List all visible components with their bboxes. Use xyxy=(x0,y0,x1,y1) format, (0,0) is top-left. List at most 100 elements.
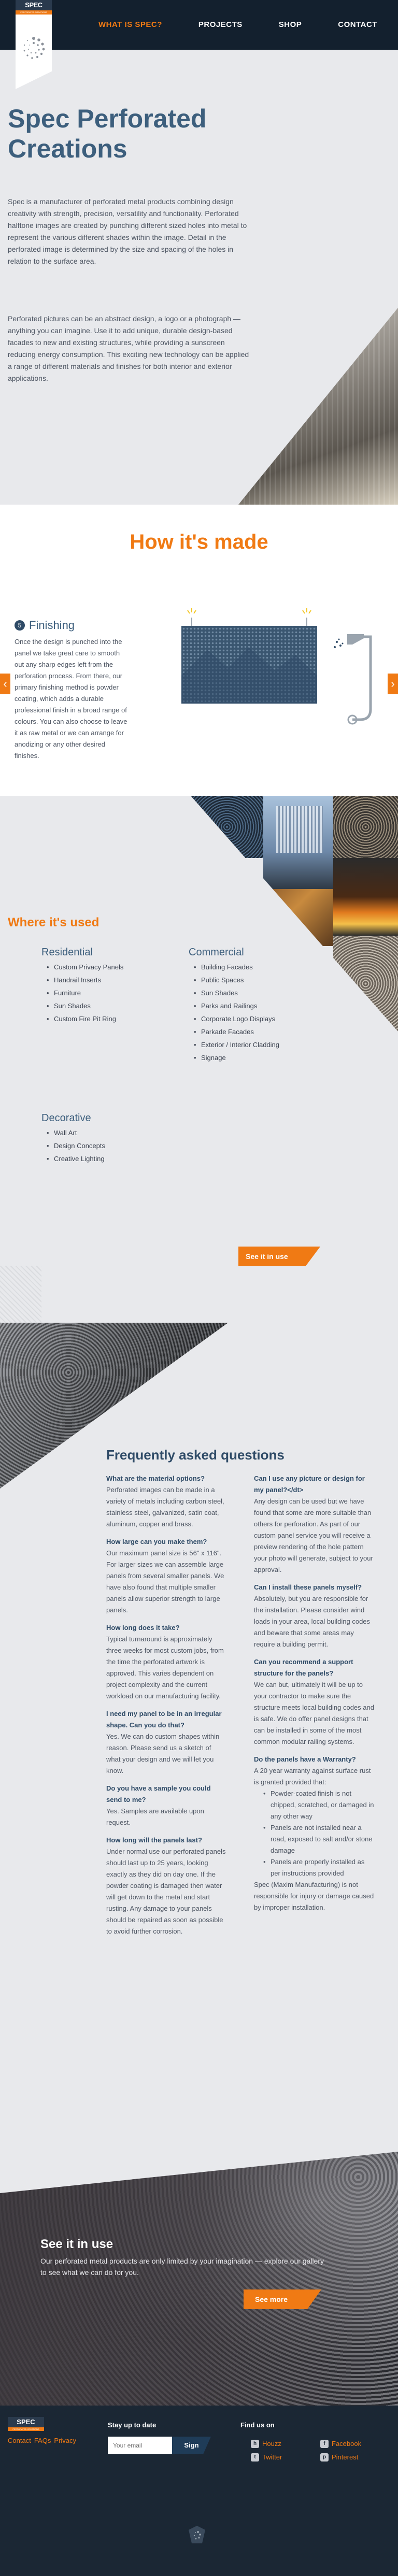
newsletter-sign-button[interactable]: Sign xyxy=(172,2437,211,2454)
houzz-icon: h xyxy=(251,2440,259,2449)
faq-column-left: What are the material options? Perforate… xyxy=(106,1473,226,1937)
where-used-section: Where it's used Residential Custom Priva… xyxy=(0,796,398,1323)
faq-question: How long does it take? xyxy=(106,1624,180,1632)
commercial-title: Commercial xyxy=(189,947,244,958)
logo-wordmark: SPEC xyxy=(16,0,52,10)
list-item: Furniture xyxy=(45,986,123,999)
how-made-section: How it's made ‹ › 5 Finishing Once the d… xyxy=(0,505,398,796)
list-item: Sun Shades xyxy=(45,999,123,1012)
faq-question: Can I use any picture or design for my p… xyxy=(254,1475,365,1494)
nav-contact[interactable]: CONTACT xyxy=(338,19,377,31)
faq-answer: Yes. We can do custom shapes within reas… xyxy=(106,1733,220,1774)
list-item: Sun Shades xyxy=(192,986,279,999)
list-item: Parkade Facades xyxy=(192,1025,279,1038)
see-in-use-section: See it in use Our perforated metal produ… xyxy=(0,2152,398,2406)
faq-answer: Absolutely, but you are responsible for … xyxy=(254,1595,371,1648)
list-item: Panels are properly installed as per ins… xyxy=(263,1856,374,1879)
social-facebook[interactable]: f Facebook xyxy=(320,2439,361,2450)
faq-question: Can I install these panels myself? xyxy=(254,1583,362,1591)
list-item: Panels are not installed near a road, ex… xyxy=(263,1822,374,1856)
site-header: SPEC PERFORATED CREATIONS WHAT IS SPEC? … xyxy=(0,0,398,89)
hero-photo xyxy=(238,308,398,505)
faq-answer: A 20 year warranty against surface rust … xyxy=(254,1767,371,1786)
nav-what-is-spec[interactable]: WHAT IS SPEC? xyxy=(98,19,162,31)
list-item: Design Concepts xyxy=(45,1139,105,1152)
social-twitter[interactable]: t Twitter xyxy=(251,2452,282,2463)
main-nav: WHAT IS SPEC? PROJECTS SHOP CONTACT xyxy=(98,0,377,50)
faq-section: Frequently asked questions What are the … xyxy=(0,1323,398,2152)
list-item: Corporate Logo Displays xyxy=(192,1012,279,1025)
list-item: Custom Privacy Panels xyxy=(45,961,123,974)
list-item: Custom Fire Pit Ring xyxy=(45,1012,123,1025)
faq-title: Frequently asked questions xyxy=(106,1447,285,1463)
logo-tagline: PERFORATED CREATIONS xyxy=(16,10,52,15)
faq-question: Can you recommend a support structure fo… xyxy=(254,1658,353,1677)
footer-logo-tagline: PERFORATED CREATIONS xyxy=(8,2427,44,2431)
list-item: Wall Art xyxy=(45,1126,105,1139)
nav-shop[interactable]: SHOP xyxy=(279,19,302,31)
decorative-title: Decorative xyxy=(41,1112,91,1124)
faq-answer: Typical turnaround is approximately thre… xyxy=(106,1635,224,1700)
see-in-use-title: See it in use xyxy=(40,2237,113,2251)
faq-answer: Yes. Samples are available upon request. xyxy=(106,1807,204,1826)
social-label: Twitter xyxy=(262,2453,282,2461)
faq-question: What are the material options? xyxy=(106,1475,205,1482)
list-item: Exterior / Interior Cladding xyxy=(192,1038,279,1051)
commercial-list: Building Facades Public Spaces Sun Shade… xyxy=(192,961,279,1064)
faq-answer: Our maximum panel size is 56" x 116". Fo… xyxy=(106,1549,224,1614)
footer-emblem-icon xyxy=(189,2526,205,2543)
footer-logo[interactable]: SPEC xyxy=(8,2417,44,2427)
social-title: Find us on xyxy=(240,2421,275,2429)
see-it-in-use-button[interactable]: See it in use xyxy=(238,1247,320,1266)
footer-link-privacy[interactable]: Privacy xyxy=(54,2436,76,2446)
footer-links: Contact FAQs Privacy xyxy=(8,2436,76,2446)
warranty-conditions: Powder-coated finish is not chipped, scr… xyxy=(254,1788,374,1879)
faq-question: How large can you make them? xyxy=(106,1538,207,1545)
social-label: Houzz xyxy=(262,2440,281,2448)
finishing-illustration xyxy=(181,608,372,725)
residential-title: Residential xyxy=(41,947,93,958)
page-title: Spec Perforated Creations xyxy=(8,104,207,163)
faq-answer: Under normal use our perforated panels s… xyxy=(106,1848,226,1935)
list-item: Creative Lighting xyxy=(45,1152,105,1165)
footer-link-faqs[interactable]: FAQs xyxy=(34,2436,51,2446)
footer-link-contact[interactable]: Contact xyxy=(8,2436,31,2446)
list-item: Parks and Railings xyxy=(192,999,279,1012)
logo-dots-icon xyxy=(23,37,45,59)
pattern-corner xyxy=(0,1266,41,1323)
step-heading: 5 Finishing xyxy=(15,616,75,634)
step-description: Once the design is punched into the pane… xyxy=(15,638,127,760)
faq-answer: Any design can be used but we have found… xyxy=(254,1497,373,1573)
faq-answer: Perforated images can be made in a varie… xyxy=(106,1486,224,1528)
site-footer: SPEC PERFORATED CREATIONS Contact FAQs P… xyxy=(0,2406,398,2576)
newsletter-title: Stay up to date xyxy=(108,2421,157,2429)
faq-question: How long will the panels last? xyxy=(106,1836,202,1844)
list-item: Signage xyxy=(192,1051,279,1064)
hero-paragraph-2: Perforated pictures can be an abstract d… xyxy=(8,314,249,382)
twitter-icon: t xyxy=(251,2453,259,2462)
carousel-prev-button[interactable]: ‹ xyxy=(0,674,10,694)
social-pinterest[interactable]: p Pinterest xyxy=(320,2452,358,2463)
facebook-icon: f xyxy=(320,2440,329,2449)
list-item: Powder-coated finish is not chipped, scr… xyxy=(263,1788,374,1822)
social-houzz[interactable]: h Houzz xyxy=(251,2439,281,2450)
faq-question: Do you have a sample you could send to m… xyxy=(106,1784,211,1804)
decorative-list: Wall Art Design Concepts Creative Lighti… xyxy=(45,1126,105,1165)
hero-paragraph-1: Spec is a manufacturer of perforated met… xyxy=(8,197,247,265)
social-label: Pinterest xyxy=(332,2453,359,2461)
social-label: Facebook xyxy=(332,2440,362,2448)
where-used-title: Where it's used xyxy=(8,915,100,929)
faq-column-right: Can I use any picture or design for my p… xyxy=(254,1473,374,1913)
faq-answer: Spec (Maxim Manufacturing) is not respon… xyxy=(254,1881,374,1911)
step-title: Finishing xyxy=(29,619,75,632)
list-item: Public Spaces xyxy=(192,974,279,986)
nav-projects[interactable]: PROJECTS xyxy=(198,19,243,31)
step-number-badge: 5 xyxy=(15,620,25,631)
faq-question: Do the panels have a Warranty? xyxy=(254,1755,356,1763)
hero-section: Spec Perforated Creations Spec is a manu… xyxy=(0,50,398,505)
residential-list: Custom Privacy Panels Handrail Inserts F… xyxy=(45,961,123,1025)
list-item: Handrail Inserts xyxy=(45,974,123,986)
faq-question: I need my panel to be in an irregular sh… xyxy=(106,1710,222,1729)
newsletter-email-input[interactable] xyxy=(108,2437,172,2454)
faq-answer: We can but, ultimately it will be up to … xyxy=(254,1681,374,1745)
